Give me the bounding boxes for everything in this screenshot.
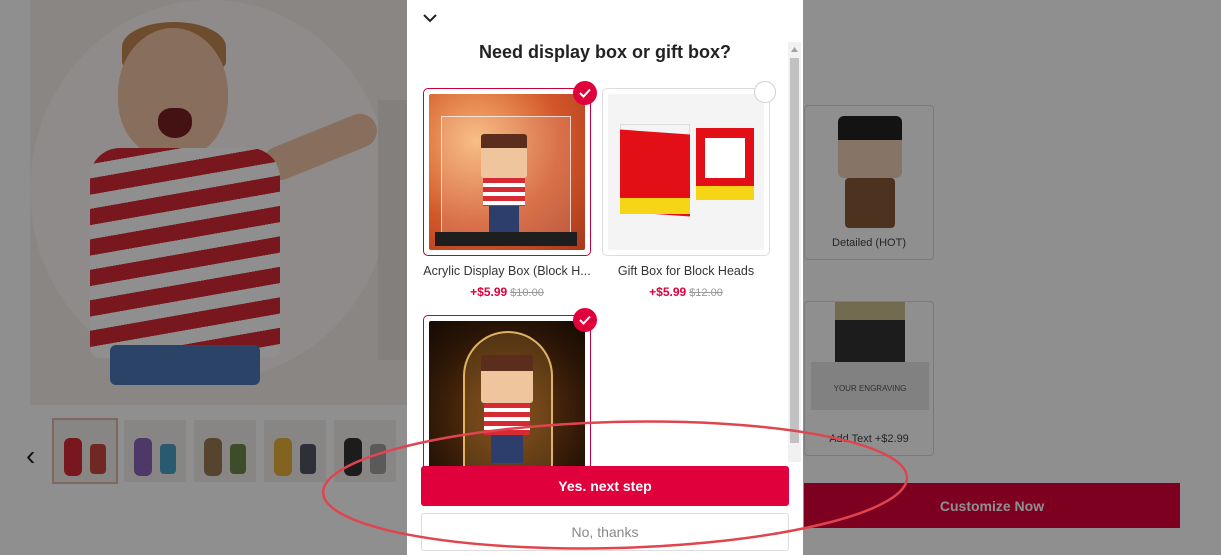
option-image[interactable]: [423, 88, 591, 256]
option-price: +$5.99 $10.00: [423, 285, 591, 299]
option-image[interactable]: [602, 88, 770, 256]
box-option-gift[interactable]: Gift Box for Block Heads +$5.99 $12.00: [602, 81, 776, 299]
option-sale-price: +$5.99: [470, 285, 508, 299]
checkmark-icon[interactable]: [573, 308, 597, 332]
yes-next-step-button[interactable]: Yes. next step: [421, 466, 789, 506]
option-original-price: $10.00: [510, 287, 544, 299]
option-name: Acrylic Display Box (Block H...: [423, 264, 591, 278]
modal-scrollbar[interactable]: [788, 42, 801, 462]
checkmark-icon[interactable]: [573, 81, 597, 105]
box-option-acrylic[interactable]: Acrylic Display Box (Block H... +$5.99 $1…: [423, 81, 597, 299]
no-thanks-button[interactable]: No, thanks: [421, 513, 789, 551]
unchecked-circle-icon[interactable]: [754, 81, 776, 103]
modal-title: Need display box or gift box?: [478, 42, 732, 62]
box-upsell-modal: Need display box or gift box? Acrylic Di…: [407, 0, 803, 555]
scrollbar-thumb[interactable]: [790, 58, 799, 443]
box-option-glass-dome[interactable]: [423, 308, 597, 483]
option-image[interactable]: [423, 315, 591, 483]
option-sale-price: +$5.99: [649, 285, 687, 299]
option-price: +$5.99 $12.00: [602, 285, 770, 299]
option-original-price: $12.00: [689, 287, 723, 299]
option-name: Gift Box for Block Heads: [617, 264, 755, 278]
scroll-up-arrow-icon[interactable]: [788, 42, 801, 56]
chevron-down-icon[interactable]: [421, 10, 439, 26]
